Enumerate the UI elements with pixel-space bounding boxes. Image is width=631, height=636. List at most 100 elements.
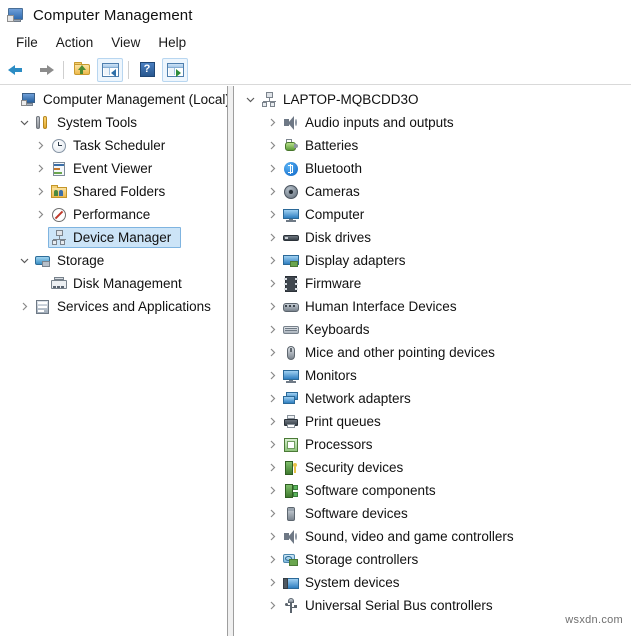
device-category-mice-and-other-pointing-devices[interactable]: Mice and other pointing devices bbox=[234, 341, 631, 364]
chevron-right-icon[interactable] bbox=[264, 555, 280, 564]
device-category-system-devices[interactable]: System devices bbox=[234, 571, 631, 594]
menu-item-view[interactable]: View bbox=[102, 33, 149, 52]
chevron-right-icon[interactable] bbox=[264, 279, 280, 288]
tree-item-content: Device Manager bbox=[48, 227, 182, 248]
tree-item-performance[interactable]: Performance bbox=[0, 203, 227, 226]
chevron-right-icon[interactable] bbox=[32, 164, 48, 173]
device-category-disk-drives[interactable]: Disk drives bbox=[234, 226, 631, 249]
chevron-right-icon[interactable] bbox=[264, 371, 280, 380]
chevron-right-icon[interactable] bbox=[264, 417, 280, 426]
chevron-right-icon[interactable] bbox=[32, 187, 48, 196]
console-tree-pane[interactable]: Computer Management (Local) System Tools T… bbox=[0, 86, 228, 636]
tree-item-system-tools[interactable]: System Tools bbox=[0, 111, 227, 134]
chevron-right-icon[interactable] bbox=[264, 210, 280, 219]
device-category-print-queues[interactable]: Print queues bbox=[234, 410, 631, 433]
toolbar: ? bbox=[0, 55, 631, 85]
chevron-right-icon[interactable] bbox=[264, 440, 280, 449]
chevron-right-icon[interactable] bbox=[264, 509, 280, 518]
device-category-monitors[interactable]: Monitors bbox=[234, 364, 631, 387]
tree-item-label: Disk drives bbox=[305, 230, 372, 245]
tree-item-label: Computer Management (Local) bbox=[43, 92, 228, 107]
device-category-software-components[interactable]: Software components bbox=[234, 479, 631, 502]
mouse-icon bbox=[283, 345, 299, 361]
tree-item-content: Software components bbox=[280, 480, 446, 501]
computer-node-icon bbox=[261, 91, 277, 108]
monitor-icon bbox=[283, 368, 299, 384]
chevron-right-icon[interactable] bbox=[32, 210, 48, 219]
help-button[interactable]: ? bbox=[134, 58, 160, 82]
chevron-down-icon[interactable] bbox=[16, 256, 32, 265]
chevron-right-icon[interactable] bbox=[264, 578, 280, 587]
tree-item-label: Performance bbox=[73, 207, 151, 222]
chevron-down-icon[interactable] bbox=[242, 95, 258, 104]
device-category-human-interface-devices[interactable]: Human Interface Devices bbox=[234, 295, 631, 318]
tree-item-content: Computer Management (Local) bbox=[18, 89, 228, 110]
chevron-right-icon[interactable] bbox=[264, 486, 280, 495]
tree-item-storage[interactable]: Storage bbox=[0, 249, 227, 272]
chevron-right-icon[interactable] bbox=[264, 164, 280, 173]
device-tree-root[interactable]: LAPTOP-MQBCDD3O bbox=[234, 88, 631, 111]
tree-item-label: Services and Applications bbox=[57, 299, 211, 314]
device-category-network-adapters[interactable]: Network adapters bbox=[234, 387, 631, 410]
usb-icon bbox=[283, 597, 299, 614]
device-category-audio-inputs-and-outputs[interactable]: Audio inputs and outputs bbox=[234, 111, 631, 134]
title-bar: Computer Management bbox=[0, 0, 631, 30]
menu-item-help[interactable]: Help bbox=[149, 33, 195, 52]
tree-item-content: Audio inputs and outputs bbox=[280, 112, 464, 133]
tree-item-content: Processors bbox=[280, 434, 383, 455]
device-category-cameras[interactable]: Cameras bbox=[234, 180, 631, 203]
device-category-software-devices[interactable]: Software devices bbox=[234, 502, 631, 525]
device-category-security-devices[interactable]: Security devices bbox=[234, 456, 631, 479]
keyboard-icon bbox=[283, 322, 299, 338]
forward-button[interactable] bbox=[32, 58, 58, 82]
chevron-right-icon[interactable] bbox=[32, 141, 48, 150]
storage-controller-icon bbox=[283, 552, 299, 568]
menu-item-file[interactable]: File bbox=[7, 33, 47, 52]
device-category-sound-video-and-game-controllers[interactable]: Sound, video and game controllers bbox=[234, 525, 631, 548]
chevron-right-icon[interactable] bbox=[264, 302, 280, 311]
device-category-bluetooth[interactable]: Bluetooth bbox=[234, 157, 631, 180]
show-hide-console-tree-button[interactable] bbox=[97, 57, 123, 82]
tree-item-label: Bluetooth bbox=[305, 161, 363, 176]
device-manager-icon bbox=[51, 229, 67, 246]
chevron-down-icon[interactable] bbox=[16, 118, 32, 127]
device-category-display-adapters[interactable]: Display adapters bbox=[234, 249, 631, 272]
services-applications-icon bbox=[35, 299, 51, 315]
device-category-processors[interactable]: Processors bbox=[234, 433, 631, 456]
up-one-level-button[interactable] bbox=[69, 58, 95, 82]
tree-item-content: Software devices bbox=[280, 503, 418, 524]
chevron-right-icon[interactable] bbox=[264, 256, 280, 265]
tree-item-label: Monitors bbox=[305, 368, 357, 383]
chevron-right-icon[interactable] bbox=[264, 463, 280, 472]
device-category-firmware[interactable]: Firmware bbox=[234, 272, 631, 295]
chevron-right-icon[interactable] bbox=[264, 601, 280, 610]
chevron-right-icon[interactable] bbox=[264, 394, 280, 403]
chevron-right-icon[interactable] bbox=[264, 348, 280, 357]
tree-item-event-viewer[interactable]: Event Viewer bbox=[0, 157, 227, 180]
tree-item-disk-management[interactable]: Disk Management bbox=[0, 272, 227, 295]
tree-item-computer-management-local[interactable]: Computer Management (Local) bbox=[0, 88, 227, 111]
device-category-keyboards[interactable]: Keyboards bbox=[234, 318, 631, 341]
show-hide-action-pane-button[interactable] bbox=[162, 57, 188, 82]
chevron-right-icon[interactable] bbox=[264, 325, 280, 334]
device-category-computer[interactable]: Computer bbox=[234, 203, 631, 226]
chevron-right-icon[interactable] bbox=[264, 532, 280, 541]
chevron-right-icon[interactable] bbox=[264, 118, 280, 127]
menu-item-action[interactable]: Action bbox=[47, 33, 103, 52]
tree-item-task-scheduler[interactable]: Task Scheduler bbox=[0, 134, 227, 157]
device-category-batteries[interactable]: Batteries bbox=[234, 134, 631, 157]
chevron-right-icon[interactable] bbox=[16, 302, 32, 311]
tree-item-device-manager[interactable]: Device Manager bbox=[0, 226, 227, 249]
tree-item-content: Keyboards bbox=[280, 319, 380, 340]
tree-item-label: Computer bbox=[305, 207, 365, 222]
device-tree-pane[interactable]: LAPTOP-MQBCDD3O Audio inputs and outputs B… bbox=[234, 86, 631, 636]
network-adapter-icon bbox=[283, 391, 299, 407]
forward-arrow-icon bbox=[36, 62, 54, 78]
tree-item-services-and-applications[interactable]: Services and Applications bbox=[0, 295, 227, 318]
chevron-right-icon[interactable] bbox=[264, 141, 280, 150]
tree-item-shared-folders[interactable]: Shared Folders bbox=[0, 180, 227, 203]
device-category-storage-controllers[interactable]: Storage controllers bbox=[234, 548, 631, 571]
chevron-right-icon[interactable] bbox=[264, 233, 280, 242]
back-button[interactable] bbox=[4, 58, 30, 82]
chevron-right-icon[interactable] bbox=[264, 187, 280, 196]
